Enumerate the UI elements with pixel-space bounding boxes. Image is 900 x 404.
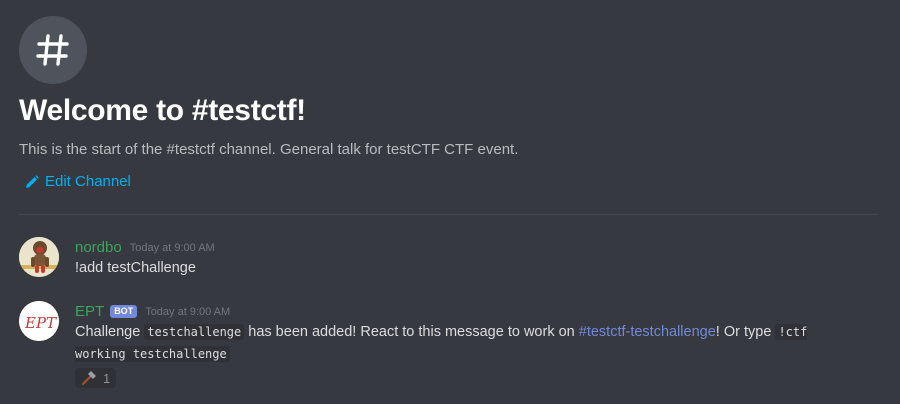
ept-logo-text: EPT bbox=[24, 314, 57, 332]
hash-icon bbox=[36, 34, 69, 66]
message-header: nordbo Today at 9:00 AM bbox=[75, 239, 215, 256]
text-segment: Challenge bbox=[75, 324, 145, 340]
username[interactable]: EPT bbox=[75, 303, 104, 320]
hammer-icon bbox=[81, 371, 96, 386]
reaction-count: 1 bbox=[103, 370, 111, 386]
text-segment: has been added! React to this message to… bbox=[244, 324, 579, 340]
channel-description: This is the start of the #testctf channe… bbox=[19, 141, 519, 158]
message-header: EPT BOT Today at 9:00 AM bbox=[75, 303, 230, 320]
ept-logo-avatar-icon: EPT bbox=[19, 301, 59, 341]
avatar[interactable] bbox=[19, 237, 59, 277]
message-item: nordbo Today at 9:00 AM !add testChallen… bbox=[19, 237, 879, 281]
timestamp: Today at 9:00 AM bbox=[145, 305, 231, 318]
welcome-title: Welcome to #testctf! bbox=[19, 94, 306, 127]
message-content: Challenge testchallenge has been added! … bbox=[75, 321, 865, 365]
timestamp: Today at 9:00 AM bbox=[129, 241, 215, 254]
inline-code: testchallenge bbox=[144, 324, 245, 340]
channel-hash-icon bbox=[19, 16, 87, 84]
username[interactable]: nordbo bbox=[75, 239, 122, 256]
avatar[interactable]: EPT bbox=[19, 301, 59, 341]
text-segment: ! Or type bbox=[715, 324, 776, 340]
channel-mention-link[interactable]: #testctf-testchallenge bbox=[579, 324, 716, 340]
sock-monkey-avatar-icon bbox=[19, 237, 59, 277]
reaction-button[interactable]: 1 bbox=[75, 368, 117, 388]
divider bbox=[19, 214, 878, 215]
message-content: !add testChallenge bbox=[75, 260, 196, 276]
message-item: EPT EPT BOT Today at 9:00 AM Challenge t… bbox=[19, 301, 879, 391]
bot-tag: BOT bbox=[110, 305, 138, 318]
edit-channel-label: Edit Channel bbox=[45, 173, 131, 190]
pencil-icon bbox=[26, 174, 39, 188]
code-segment: !ctf bbox=[778, 325, 808, 339]
code-segment: testchallenge bbox=[132, 347, 227, 361]
code-segment: working bbox=[75, 347, 126, 361]
edit-channel-button[interactable]: Edit Channel bbox=[25, 173, 131, 190]
